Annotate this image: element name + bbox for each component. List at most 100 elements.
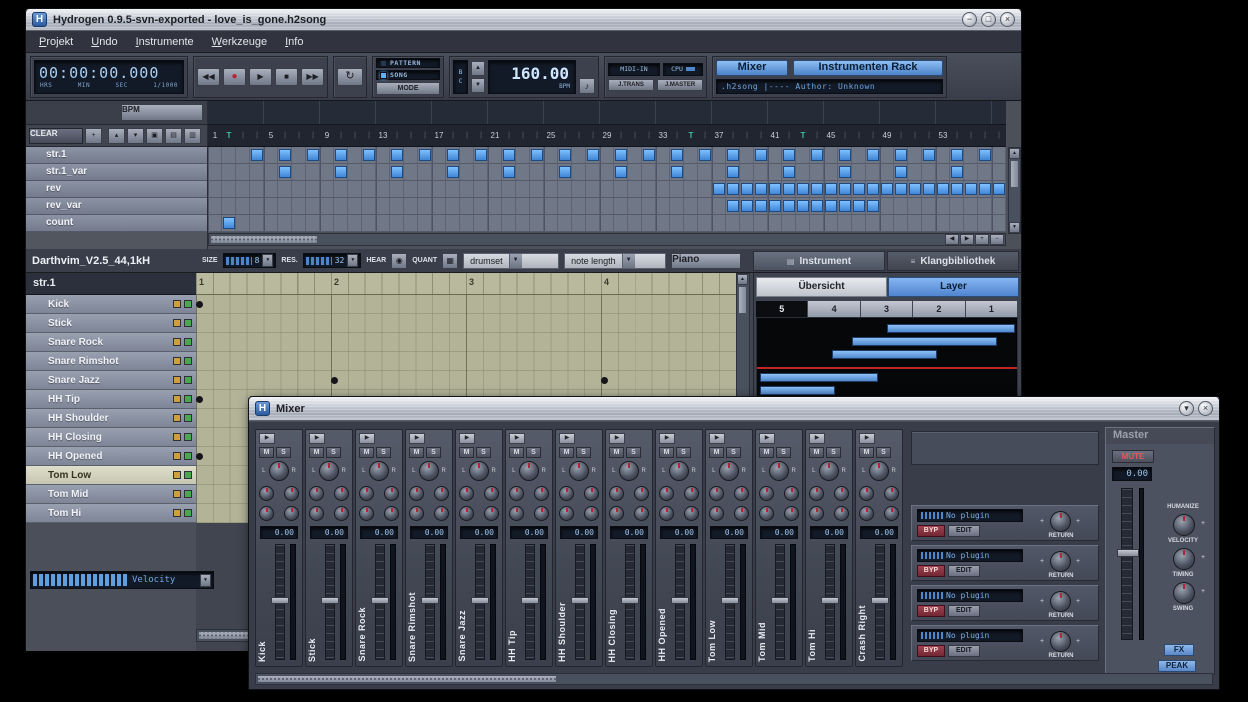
instrument-solo-led[interactable] [184, 471, 192, 479]
timeline-column-3[interactable]: | [236, 125, 250, 147]
strip-mute-button[interactable]: M [509, 447, 524, 458]
song-row-str-1-var[interactable] [208, 164, 1006, 181]
fx-return-knob[interactable] [1050, 631, 1071, 652]
timeline-column-48[interactable]: | [866, 125, 880, 147]
sequence-cell[interactable] [391, 149, 403, 161]
timeline-column-12[interactable]: | [362, 125, 376, 147]
tab-klangbibliothek[interactable]: ≡ Klangbibliothek [887, 251, 1019, 271]
jack-master-button[interactable]: J.MASTER [657, 79, 703, 91]
sequence-cell[interactable] [965, 183, 977, 195]
jack-transport-button[interactable]: J.TRANS [608, 79, 654, 91]
pattern-row-label-rev[interactable]: rev [26, 181, 207, 198]
note-hh-opened-beat-1[interactable] [196, 453, 203, 460]
fader-handle[interactable] [671, 597, 689, 604]
fx4-send-knob[interactable] [784, 506, 799, 521]
fader-handle[interactable] [271, 597, 289, 604]
sequence-cell[interactable] [279, 166, 291, 178]
pan-knob[interactable] [769, 461, 789, 481]
instrument-mute-led[interactable] [173, 395, 181, 403]
timeline-column-26[interactable]: | [558, 125, 572, 147]
instrument-mute-led[interactable] [173, 509, 181, 517]
strip-play-button[interactable]: ▶ [659, 433, 675, 444]
sequence-cell[interactable] [755, 183, 767, 195]
timeline-column-55[interactable]: | [964, 125, 978, 147]
sequence-cell[interactable] [559, 149, 571, 161]
fx1-send-knob[interactable] [259, 486, 274, 501]
mixer-scrollbar[interactable] [255, 673, 1213, 685]
fx1-send-knob[interactable] [359, 486, 374, 501]
strip-play-button[interactable]: ▶ [559, 433, 575, 444]
fx2-send-knob[interactable] [584, 486, 599, 501]
instrument-mute-led[interactable] [173, 376, 181, 384]
sequence-cell[interactable] [727, 200, 739, 212]
mode-switch-button[interactable]: MODE [376, 82, 440, 95]
sequence-cell[interactable] [923, 149, 935, 161]
pattern-row-label-rev-var[interactable]: rev_var [26, 198, 207, 215]
sequence-cell[interactable] [727, 183, 739, 195]
fx1-send-knob[interactable] [659, 486, 674, 501]
pan-knob[interactable] [569, 461, 589, 481]
fx1-send-knob[interactable] [409, 486, 424, 501]
timeline-column-38[interactable]: | [726, 125, 740, 147]
fx-plugin-display[interactable]: No plugin [917, 509, 1023, 522]
strip-play-button[interactable]: ▶ [809, 433, 825, 444]
strip-mute-button[interactable]: M [409, 447, 424, 458]
strip-solo-button[interactable]: S [676, 447, 691, 458]
timeline-column-56[interactable]: | [978, 125, 992, 147]
timeline-column-28[interactable]: | [586, 125, 600, 147]
mixer-toggle-button[interactable]: Mixer [716, 60, 788, 76]
velocity-editor[interactable]: Velocity ▼ [30, 571, 214, 589]
strip-play-button[interactable]: ▶ [259, 433, 275, 444]
sequence-cell[interactable] [895, 183, 907, 195]
strip-solo-button[interactable]: S [576, 447, 591, 458]
bpm-down-button[interactable]: ▼ [471, 78, 485, 93]
sequence-cell[interactable] [587, 149, 599, 161]
fx2-send-knob[interactable] [434, 486, 449, 501]
fx4-send-knob[interactable] [534, 506, 549, 521]
timeline-column-32[interactable]: | [642, 125, 656, 147]
instrument-solo-led[interactable] [184, 300, 192, 308]
timeline-column-36[interactable]: | [698, 125, 712, 147]
timeline-ruler[interactable]: 1T||5|||9|||13|||17|||21|||25|||29|||33|… [208, 125, 1006, 147]
fx1-send-knob[interactable] [809, 486, 824, 501]
instrument-mute-led[interactable] [173, 338, 181, 346]
sequence-cell[interactable] [769, 200, 781, 212]
clear-sequence-button[interactable]: CLEAR [29, 128, 83, 144]
timeline-column-18[interactable]: | [446, 125, 460, 147]
sequence-cell[interactable] [559, 166, 571, 178]
fader-handle[interactable] [571, 597, 589, 604]
fx-bypass-button[interactable]: BYP [917, 645, 945, 657]
fx-return-knob[interactable] [1050, 591, 1071, 612]
tab-instrument[interactable]: ▤ Instrument [753, 251, 885, 271]
instrument-solo-led[interactable] [184, 319, 192, 327]
instrument-row-hh-shoulder[interactable]: HH Shoulder [26, 409, 196, 428]
fx3-send-knob[interactable] [409, 506, 424, 521]
timeline-zoom-out-button[interactable]: − [990, 234, 1004, 245]
timeline-column-15[interactable]: | [404, 125, 418, 147]
layer-slot-2[interactable]: 2 [913, 301, 965, 317]
pan-knob[interactable] [319, 461, 339, 481]
timeline-column-20[interactable]: | [474, 125, 488, 147]
fader-handle[interactable] [371, 597, 389, 604]
sequence-cell[interactable] [503, 166, 515, 178]
fader-handle[interactable] [471, 597, 489, 604]
instrument-solo-led[interactable] [184, 433, 192, 441]
strip-play-button[interactable]: ▶ [309, 433, 325, 444]
fx2-send-knob[interactable] [884, 486, 899, 501]
minimize-button[interactable]: − [962, 12, 977, 27]
fx2-send-knob[interactable] [734, 486, 749, 501]
note-snare-jazz-beat-2[interactable] [331, 377, 338, 384]
sequence-cell[interactable] [951, 183, 963, 195]
sequence-cell[interactable] [475, 149, 487, 161]
fader-handle[interactable] [721, 597, 739, 604]
sequence-cell[interactable] [727, 149, 739, 161]
sequence-cell[interactable] [811, 200, 823, 212]
sequence-cell[interactable] [811, 183, 823, 195]
sequence-cell[interactable] [951, 166, 963, 178]
fx2-send-knob[interactable] [834, 486, 849, 501]
fx-bypass-button[interactable]: BYP [917, 605, 945, 617]
timeline-column-53[interactable]: 53 [936, 125, 950, 147]
dropdown-arrow-icon[interactable]: ▼ [509, 254, 522, 268]
strip-solo-button[interactable]: S [376, 447, 391, 458]
timeline-column-49[interactable]: 49 [880, 125, 894, 147]
